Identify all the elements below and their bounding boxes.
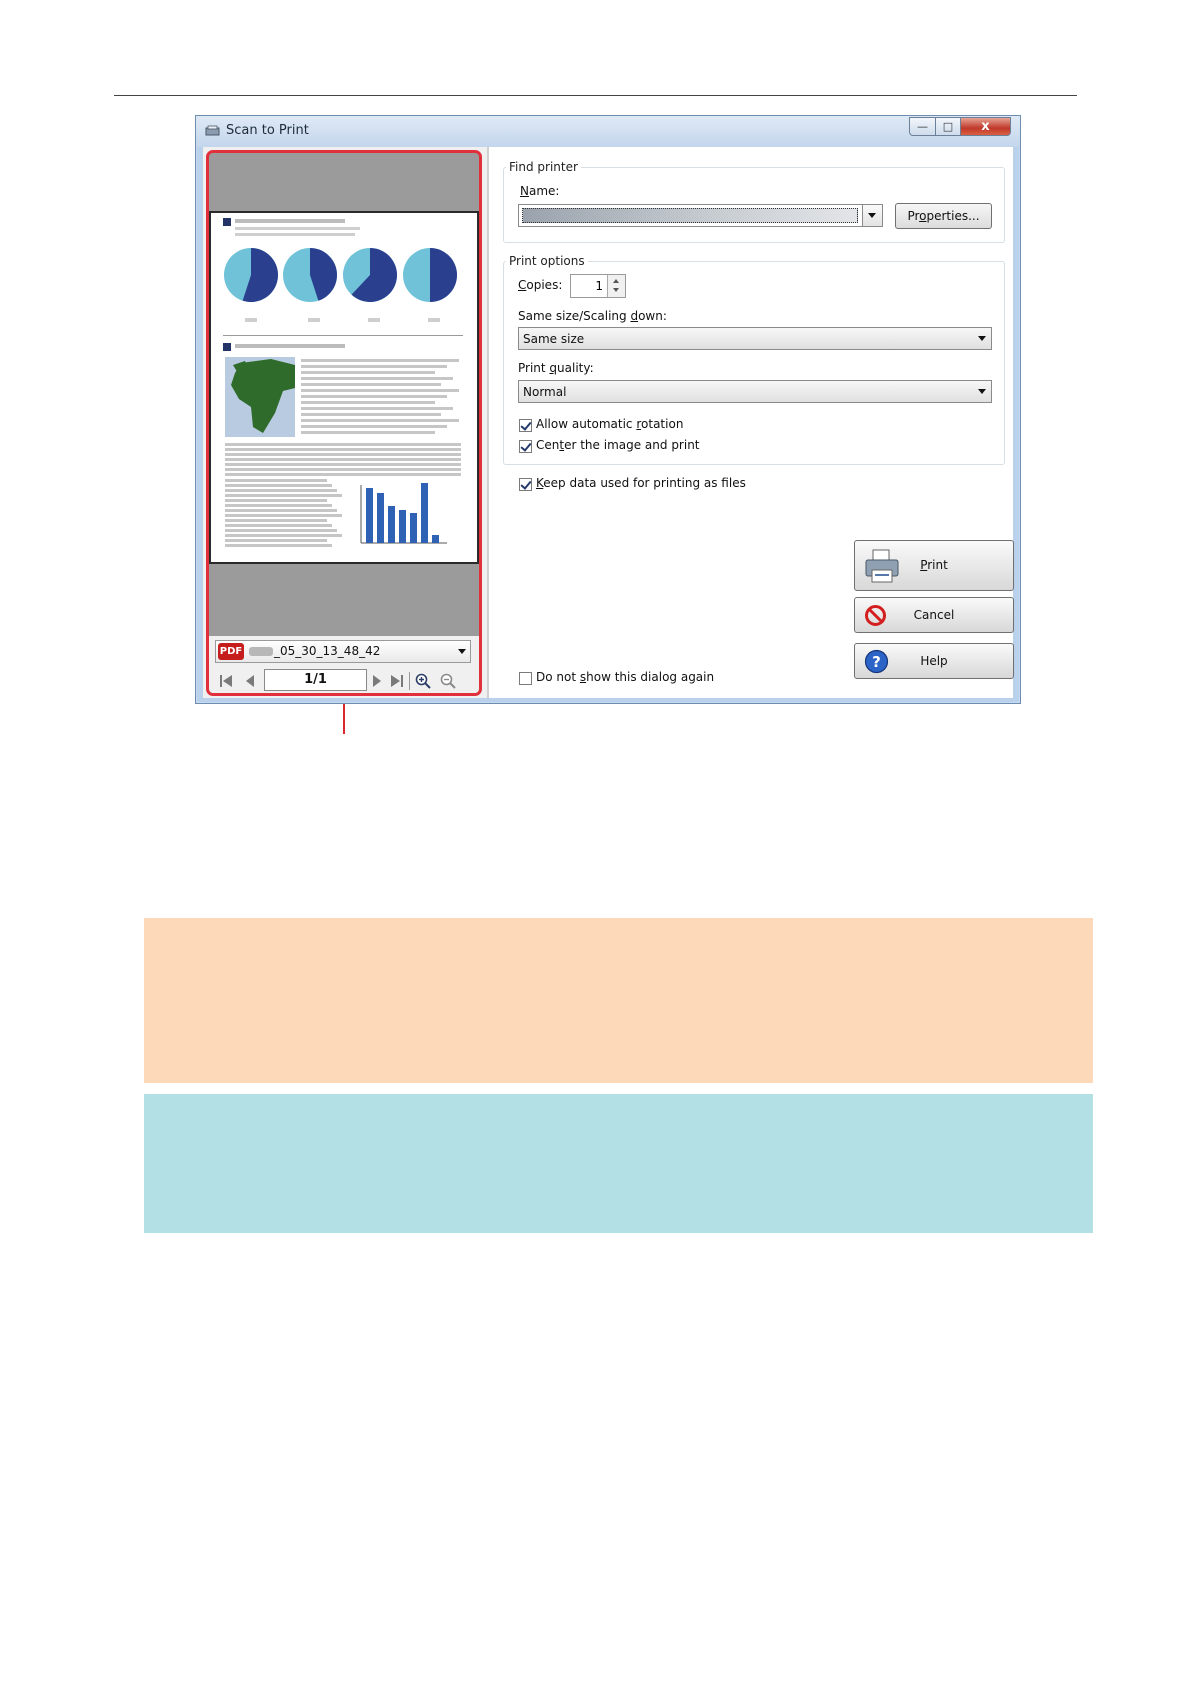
panel-divider — [487, 147, 489, 698]
close-button[interactable]: x — [960, 117, 1011, 136]
btn-text: perties... — [926, 209, 980, 223]
close-icon: x — [981, 119, 990, 134]
do-not-show-checkbox[interactable] — [519, 672, 532, 685]
center-image-checkbox[interactable] — [519, 440, 532, 453]
center-image-label: Center the image and print — [536, 438, 700, 452]
maximize-icon: □ — [942, 120, 954, 133]
copies-label: Copies: — [518, 278, 562, 292]
find-printer-label: Find printer — [506, 160, 581, 174]
scaling-dropdown[interactable]: Same size — [518, 327, 992, 350]
label-text: uality: — [557, 361, 594, 375]
print-quality-dropdown[interactable]: Normal — [518, 380, 992, 403]
keep-data-label: Keep data used for printing as files — [536, 476, 746, 490]
mnemonic: d — [630, 309, 639, 323]
quality-value: Normal — [523, 385, 567, 399]
btn-text: rint — [927, 558, 948, 572]
dialog-client-area: PDF _05_30_13_48_42 1/1 Find printer Nam… — [203, 147, 1014, 698]
label-text: ame: — [528, 184, 560, 198]
minimize-icon: — — [917, 120, 928, 133]
btn-text: Pr — [907, 209, 920, 223]
page-top-rule — [114, 95, 1077, 96]
preview-highlight-frame — [206, 150, 482, 696]
label-text: Same size/Scaling — [518, 309, 631, 323]
label-text: own: — [638, 309, 667, 323]
title-bar: Scan to Print — □ x — [196, 116, 1020, 147]
scaling-label: Same size/Scaling down: — [518, 309, 667, 323]
printer-name-label: Name: — [520, 184, 559, 198]
blurred-printer-name — [522, 208, 858, 223]
allow-rotation-label: Allow automatic rotation — [536, 417, 683, 431]
scanner-icon — [205, 125, 220, 136]
print-quality-label: Print quality: — [518, 361, 594, 375]
printer-name-dropdown[interactable] — [518, 204, 883, 227]
label-text: how this dialog again — [586, 670, 715, 684]
copies-value: 1 — [595, 279, 603, 293]
window-title: Scan to Print — [226, 123, 309, 138]
label-text: Do not — [536, 670, 580, 684]
hint-box — [144, 918, 1093, 1083]
do-not-show-label: Do not show this dialog again — [536, 670, 714, 684]
label-text: Print — [518, 361, 550, 375]
label-text: opies: — [526, 278, 563, 292]
scaling-value: Same size — [523, 332, 585, 346]
maximize-button[interactable]: □ — [935, 117, 961, 136]
copies-spinner[interactable]: 1 — [570, 274, 626, 298]
properties-button[interactable]: Properties... — [895, 203, 992, 229]
chevron-down-icon — [862, 205, 882, 226]
allow-rotation-checkbox[interactable] — [519, 419, 532, 432]
print-button-label: Print — [855, 558, 1013, 572]
help-button[interactable]: ? Help — [854, 643, 1014, 679]
label-text: eep data used for printing as files — [543, 476, 746, 490]
print-options-label: Print options — [506, 254, 588, 268]
mnemonic: N — [520, 184, 529, 198]
keep-data-checkbox[interactable] — [519, 478, 532, 491]
callout-line — [343, 704, 345, 734]
label-text: otation — [641, 417, 684, 431]
chevron-down-icon — [978, 389, 986, 394]
print-button[interactable]: Print — [854, 540, 1014, 591]
help-button-label: Help — [920, 654, 948, 668]
cancel-button-label: Cancel — [913, 608, 955, 622]
label-text: Allow automatic — [536, 417, 637, 431]
spinner-arrows-icon[interactable] — [607, 275, 625, 297]
mnemonic: q — [549, 361, 558, 375]
minimize-button[interactable]: — — [909, 117, 936, 136]
chevron-down-icon — [978, 336, 986, 341]
preview-panel: PDF _05_30_13_48_42 1/1 — [203, 147, 487, 698]
label-text: Cen — [536, 438, 560, 452]
note-box — [144, 1094, 1093, 1233]
label-text: er the image and print — [564, 438, 700, 452]
cancel-button[interactable]: Cancel — [854, 597, 1014, 633]
scan-to-print-dialog: Scan to Print — □ x PDF _05_30_13_48_42 … — [195, 115, 1021, 704]
